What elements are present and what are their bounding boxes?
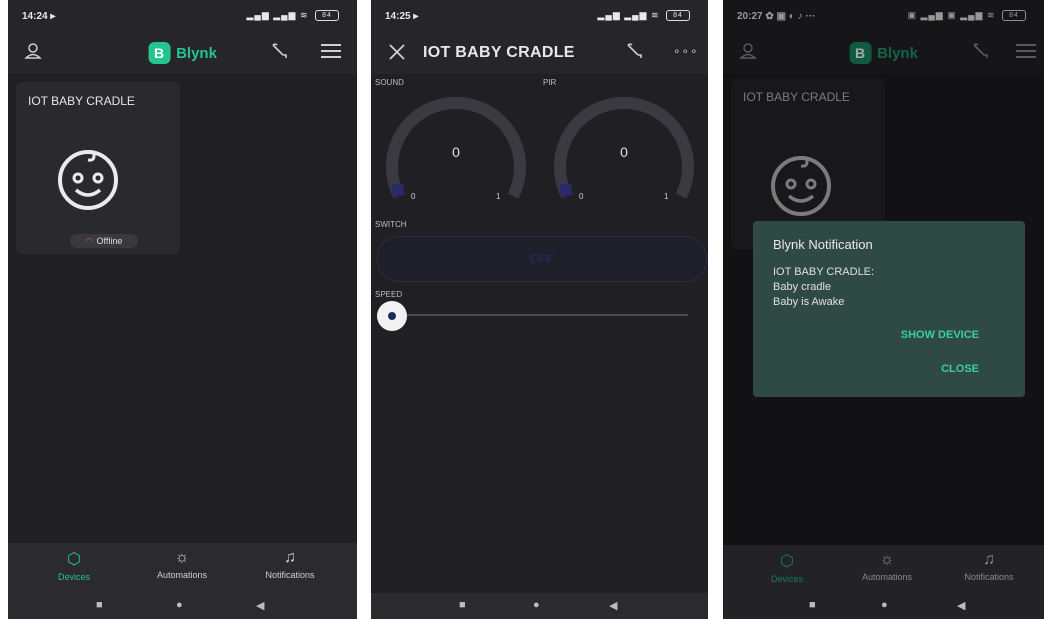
gauge-max: 1 <box>496 192 501 201</box>
dialog-title: Blynk Notification <box>773 237 873 252</box>
wrench-icon[interactable] <box>270 42 290 68</box>
wrench-icon[interactable] <box>625 42 645 67</box>
bell-icon: ♫ <box>284 549 296 566</box>
status-time: 14:25 ▸ <box>385 11 419 22</box>
back-button[interactable]: ◀ <box>957 599 965 612</box>
bottom-nav: ⬡ Devices ☼ Automations ♫ Notifications <box>723 545 1044 595</box>
switch-label: SWITCH <box>375 220 407 229</box>
device-tile[interactable]: IOT BABY CRADLE ◠ Offline <box>16 82 180 254</box>
recents-button[interactable]: ■ <box>809 599 816 611</box>
pir-gauge: 0 0 1 <box>549 88 699 208</box>
battery-icon: 84 <box>666 10 690 22</box>
cube-icon: ⬡ <box>780 553 794 570</box>
home-button[interactable]: ● <box>533 599 540 611</box>
nav-notifications[interactable]: ♫ Notifications <box>939 551 1039 582</box>
signal-icons: ▂▄▆ ▂▄▆ ≋ 84 <box>598 10 690 22</box>
logo-text: Blynk <box>176 44 217 62</box>
close-icon[interactable] <box>387 42 407 67</box>
recents-button[interactable]: ■ <box>96 599 103 611</box>
pir-label: PIR <box>543 78 557 87</box>
switch-button[interactable]: OFF <box>377 236 707 282</box>
phone-screen-notification: 20:27 ✿ ▣ ◐ ♪ ··· ▣ ▂▄▆ ▣ ▂▄▆ ≋ 84 B Bly… <box>723 0 1044 619</box>
nav-notifications[interactable]: ♫ Notifications <box>240 549 340 580</box>
home-button[interactable]: ● <box>881 599 888 611</box>
cube-icon: ⬡ <box>67 551 81 568</box>
sound-gauge: 0 0 1 <box>381 88 531 208</box>
nav-label: Notifications <box>265 570 315 580</box>
logo-mark: B <box>148 42 171 64</box>
switch-state: OFF <box>530 252 554 266</box>
nav-devices[interactable]: ⬡ Devices <box>737 551 837 584</box>
device-name: IOT BABY CRADLE <box>28 94 135 108</box>
nav-label: Devices <box>770 574 803 584</box>
sun-icon: ☼ <box>879 551 895 568</box>
blynk-logo: B Blynk <box>148 42 217 64</box>
status-badge: ◠ Offline <box>70 234 138 248</box>
system-nav: ■ ● ◀ <box>8 593 357 619</box>
speed-slider[interactable] <box>389 314 688 316</box>
menu-icon[interactable] <box>320 42 342 66</box>
system-nav: ■ ● ◀ <box>371 593 708 619</box>
recents-button[interactable]: ■ <box>459 599 466 611</box>
close-button[interactable]: CLOSE <box>941 363 979 375</box>
pir-value: 0 <box>620 144 628 160</box>
show-device-button[interactable]: SHOW DEVICE <box>901 329 979 341</box>
back-button[interactable]: ◀ <box>609 599 617 612</box>
notification-dialog: Blynk Notification IOT BABY CRADLE: Baby… <box>753 221 1025 397</box>
user-icon[interactable] <box>24 42 42 66</box>
sun-icon: ☼ <box>174 549 190 566</box>
sound-value: 0 <box>452 144 460 160</box>
dialog-line: Baby is Awake <box>773 296 845 308</box>
dialog-line: Baby cradle <box>773 281 832 293</box>
status-text: Offline <box>96 236 123 246</box>
nav-label: Devices <box>57 572 90 582</box>
nav-automations[interactable]: ☼ Automations <box>132 549 232 580</box>
signal-icons: ▂▄▆ ▂▄▆ ≋ 84 <box>247 10 339 22</box>
speed-label: SPEED <box>375 290 403 299</box>
phone-screen-devices: 14:24 ▸ ▂▄▆ ▂▄▆ ≋ 84 B Blynk IOT BABY CR… <box>8 0 357 619</box>
bell-icon: ♫ <box>983 551 995 568</box>
bottom-nav: ⬡ Devices ☼ Automations ♫ Notifications <box>8 543 357 593</box>
nav-label: Notifications <box>964 572 1014 582</box>
back-button[interactable]: ◀ <box>256 599 264 612</box>
status-bar: 14:24 ▸ ▂▄▆ ▂▄▆ ≋ 84 <box>8 0 357 34</box>
slider-handle[interactable] <box>377 301 407 331</box>
dialog-line: IOT BABY CRADLE: <box>773 266 875 278</box>
dialog-message: IOT BABY CRADLE: Baby cradle Baby is Awa… <box>773 265 874 310</box>
system-nav: ■ ● ◀ <box>723 593 1044 619</box>
battery-icon: 84 <box>315 10 339 22</box>
gauge-min: 0 <box>579 192 584 201</box>
nav-label: Automations <box>156 570 208 580</box>
page-title: IOT BABY CRADLE <box>423 44 575 61</box>
app-bar: B Blynk <box>8 34 357 74</box>
status-time: 14:24 ▸ <box>22 11 56 22</box>
app-bar: IOT BABY CRADLE ∘∘∘ <box>371 34 708 74</box>
more-icon[interactable]: ∘∘∘ <box>673 44 699 58</box>
status-bar: 14:25 ▸ ▂▄▆ ▂▄▆ ≋ 84 <box>371 0 708 34</box>
sound-label: SOUND <box>375 78 404 87</box>
wifi-off-icon: ◠ <box>85 236 94 246</box>
nav-label: Automations <box>861 572 913 582</box>
nav-automations[interactable]: ☼ Automations <box>837 551 937 582</box>
home-button[interactable]: ● <box>176 599 183 611</box>
gauge-min: 0 <box>411 192 416 201</box>
nav-devices[interactable]: ⬡ Devices <box>24 549 124 582</box>
baby-face-icon <box>52 142 124 214</box>
gauge-max: 1 <box>664 192 669 201</box>
phone-screen-device-detail: 14:25 ▸ ▂▄▆ ▂▄▆ ≋ 84 IOT BABY CRADLE ∘∘∘… <box>371 0 708 619</box>
